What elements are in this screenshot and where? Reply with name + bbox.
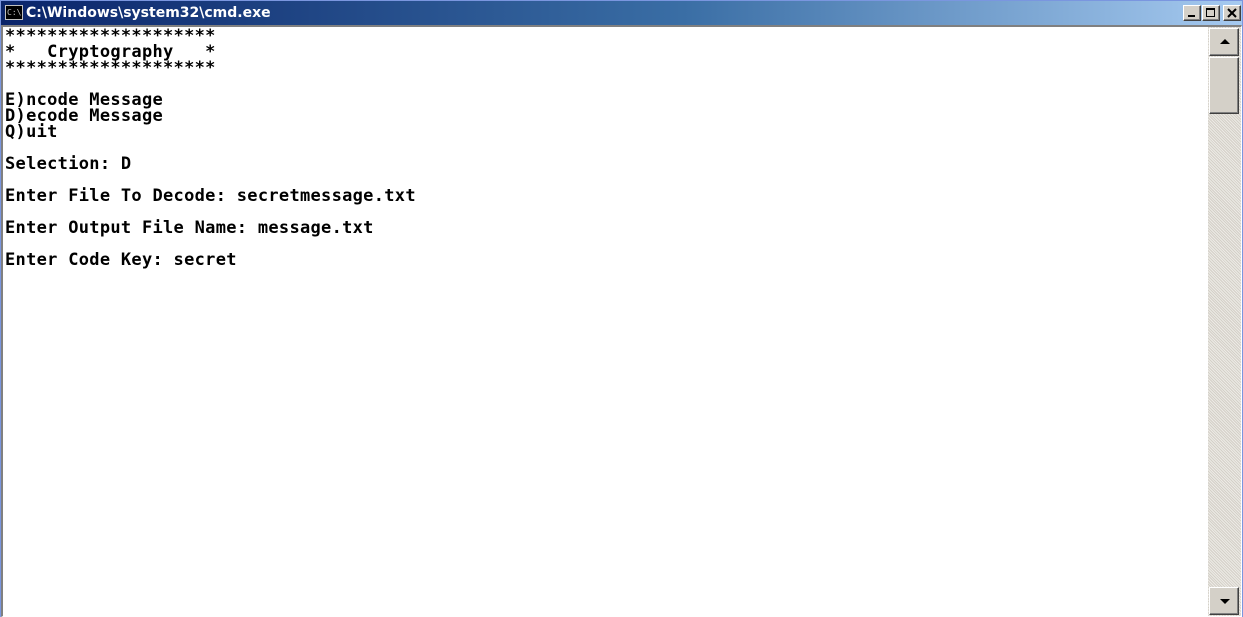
maximize-icon [1206,8,1215,17]
console-line: Enter Code Key: secret [5,250,237,270]
cmd-icon[interactable]: C:\ [5,5,23,20]
title-bar[interactable]: C:\ C:\Windows\system32\cmd.exe [1,1,1242,25]
minimize-icon [1188,15,1195,17]
scroll-thumb[interactable] [1209,57,1239,114]
scroll-up-button[interactable] [1209,28,1239,56]
console-line: ******************** [5,58,216,78]
cmd-window: C:\ C:\Windows\system32\cmd.exe ********… [0,0,1243,617]
console-output[interactable]: ******************** * Cryptography * **… [3,27,1208,616]
maximize-button[interactable] [1202,5,1220,21]
scroll-up-arrow-icon [1220,39,1230,44]
console-line: Enter File To Decode: secretmessage.txt [5,186,416,206]
vertical-scrollbar[interactable] [1208,27,1241,616]
minimize-button[interactable] [1183,5,1201,21]
close-button[interactable] [1223,5,1241,21]
scroll-down-arrow-icon [1220,599,1230,604]
close-icon [1227,8,1237,18]
console-line: Selection: D [5,154,132,174]
console-line: Enter Output File Name: message.txt [5,218,374,238]
console-frame: ******************** * Cryptography * **… [1,25,1242,617]
window-title: C:\Windows\system32\cmd.exe [26,5,271,21]
scroll-down-button[interactable] [1209,587,1239,615]
console-line: Q)uit [5,122,58,142]
